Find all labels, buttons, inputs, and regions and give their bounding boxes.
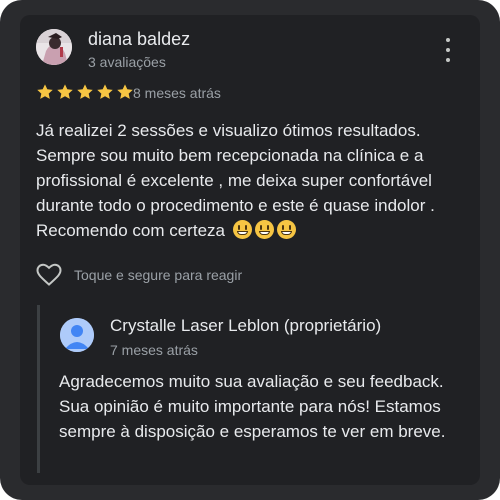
owner-reply-name: Crystalle Laser Leblon (proprietário): [110, 316, 382, 335]
owner-avatar-graphic: [60, 318, 94, 352]
grinning-face-emoji: [254, 220, 274, 239]
more-vert-icon: [446, 38, 450, 42]
star-icon: [37, 84, 53, 99]
more-options-button[interactable]: [438, 35, 458, 65]
star-icon: [77, 84, 93, 99]
review-time-ago: 8 meses atrás: [133, 85, 221, 101]
star-rating: [36, 83, 134, 101]
emoji-group: [230, 220, 296, 240]
user-photo: [36, 29, 72, 65]
star-icon: [97, 84, 113, 99]
person-avatar-icon: [60, 318, 94, 352]
reply-time-ago: 7 meses atrás: [110, 342, 198, 358]
star-icon: [117, 84, 133, 99]
star-icon: [57, 84, 73, 99]
reply-divider: [37, 305, 40, 473]
heart-outline-icon: [36, 263, 62, 286]
screenshot-frame: diana baldez 3 avaliações 8 meses atrás …: [0, 0, 500, 500]
grinning-face-emoji: [276, 220, 296, 239]
react-hint: Toque e segure para reagir: [74, 267, 243, 283]
review-card: diana baldez 3 avaliações 8 meses atrás …: [20, 15, 480, 485]
more-vert-icon-dot: [446, 48, 450, 52]
react-button[interactable]: Toque e segure para reagir: [36, 263, 242, 287]
user-avatar[interactable]: [36, 29, 72, 65]
owner-reply-text: Agradecemos muito sua avaliação e seu fe…: [59, 372, 446, 441]
grinning-face-emoji: [232, 220, 252, 239]
review-text: Já realizei 2 sessões e visualizo ótimos…: [36, 118, 476, 243]
more-vert-icon-dot: [446, 58, 450, 62]
author-review-count: 3 avaliações: [88, 54, 166, 70]
review-author-name[interactable]: diana baldez: [88, 29, 190, 50]
